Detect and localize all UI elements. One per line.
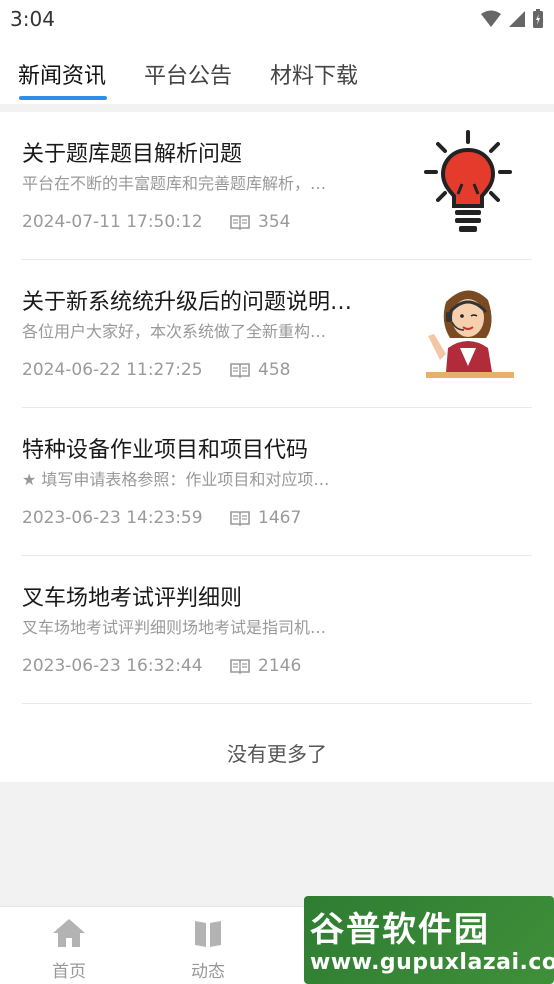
active-tab-indicator — [19, 96, 107, 100]
news-date: 2023-06-23 14:23:59 — [22, 508, 203, 528]
status-time: 3:04 — [10, 7, 55, 31]
news-view-count: 354 — [258, 212, 291, 232]
news-title: 叉车场地考试评判细则 — [22, 586, 243, 611]
tab-bar: 新闻资讯 平台公告 材料下载 — [0, 38, 554, 104]
status-icons — [480, 9, 544, 29]
home-icon — [53, 919, 85, 947]
news-view-count: 2146 — [258, 656, 302, 676]
divider-gap — [0, 104, 554, 112]
news-views: 2146 — [230, 656, 301, 676]
news-item[interactable]: 特种设备作业项目和项目代码 ★ 填写申请表格参照：作业项目和对应项… 2023-… — [22, 408, 532, 556]
nav-home-label: 首页 — [52, 962, 86, 982]
open-book-icon — [230, 511, 250, 526]
status-bar: 3:04 — [0, 0, 554, 38]
news-item[interactable]: 关于新系统统升级后的问题说明… 各位用户大家好，本次系统做了全新重构… 2024… — [22, 260, 532, 408]
watermark-title: 谷普软件园 — [310, 910, 490, 950]
wifi-icon — [481, 10, 501, 27]
book-icon — [195, 921, 221, 947]
news-item[interactable]: 叉车场地考试评判细则 叉车场地考试评判细则场地考试是指司机… 2023-06-2… — [22, 556, 532, 704]
news-date: 2024-06-22 11:27:25 — [22, 360, 203, 380]
news-summary: 各位用户大家好，本次系统做了全新重构… — [22, 322, 327, 341]
nav-feed-label: 动态 — [191, 962, 225, 982]
tab-downloads[interactable]: 材料下载 — [270, 58, 358, 90]
news-summary: 平台在不断的丰富题库和完善题库解析，… — [22, 174, 327, 193]
news-views: 1467 — [230, 508, 301, 528]
news-views: 354 — [230, 212, 290, 232]
app-screen: 3:04 新闻资讯 平台公告 材料下载 关于题库题目解析问题 平台在不断的丰富题… — [0, 0, 554, 984]
signal-icon — [509, 11, 525, 27]
news-title: 特种设备作业项目和项目代码 — [22, 438, 309, 463]
battery-icon — [533, 9, 543, 28]
open-book-icon — [230, 215, 250, 230]
nav-home[interactable]: 首页 — [29, 917, 109, 982]
watermark: 谷普软件园 www.gupuxlazai.com — [304, 896, 554, 984]
customer-service-icon — [426, 290, 514, 378]
news-view-count: 458 — [258, 360, 291, 380]
news-date: 2023-06-23 16:32:44 — [22, 656, 203, 676]
tab-announcements[interactable]: 平台公告 — [144, 58, 232, 90]
news-title: 关于新系统统升级后的问题说明… — [22, 290, 353, 315]
news-summary: ★ 填写申请表格参照：作业项目和对应项… — [22, 470, 330, 489]
tab-news[interactable]: 新闻资讯 — [18, 58, 106, 90]
news-views: 458 — [230, 360, 290, 380]
open-book-icon — [230, 363, 250, 378]
news-date: 2024-07-11 17:50:12 — [22, 212, 203, 232]
lightbulb-icon — [424, 130, 512, 232]
nav-feed[interactable]: 动态 — [168, 917, 248, 982]
news-title: 关于题库题目解析问题 — [22, 142, 243, 167]
news-item[interactable]: 关于题库题目解析问题 平台在不断的丰富题库和完善题库解析，… 2024-07-1… — [22, 112, 532, 260]
news-view-count: 1467 — [258, 508, 302, 528]
news-summary: 叉车场地考试评判细则场地考试是指司机… — [22, 618, 327, 637]
news-list: 关于题库题目解析问题 平台在不断的丰富题库和完善题库解析，… 2024-07-1… — [0, 112, 554, 782]
no-more-text: 没有更多了 — [227, 742, 327, 766]
watermark-url: www.gupuxlazai.com — [310, 950, 554, 975]
open-book-icon — [230, 659, 250, 674]
